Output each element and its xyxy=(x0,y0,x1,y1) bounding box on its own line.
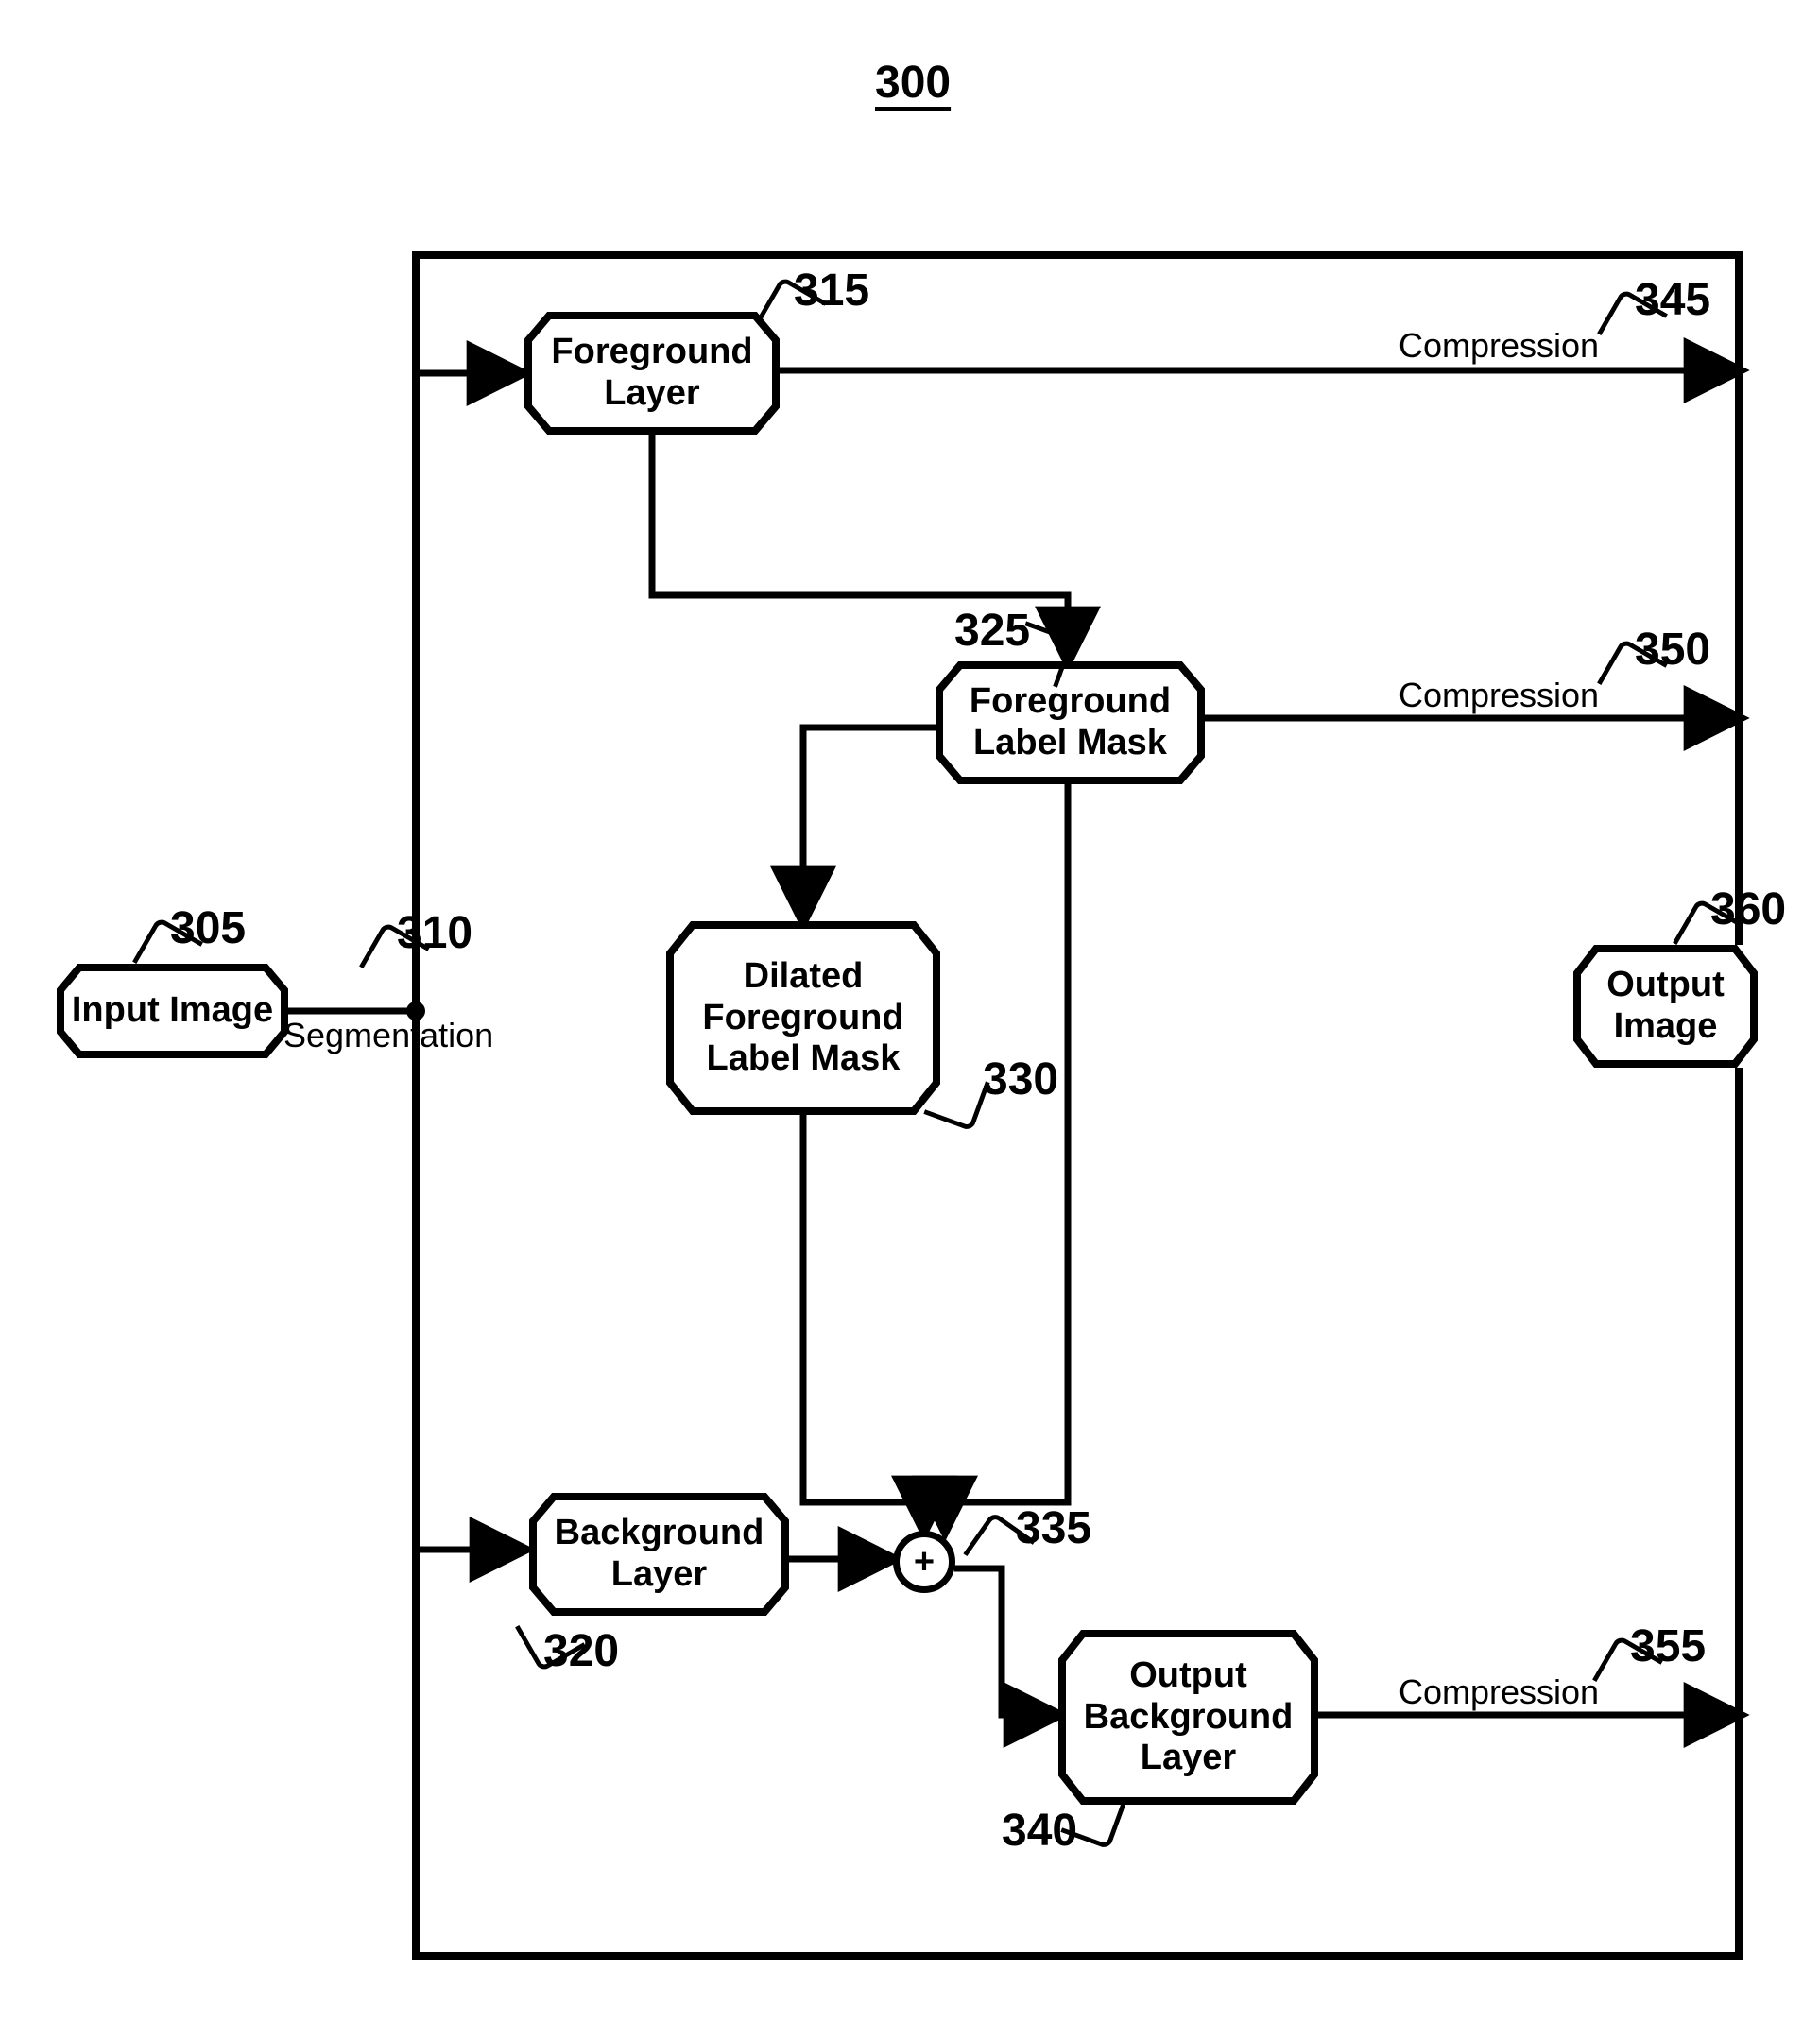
label-foreground-layer: ForegroundLayer xyxy=(541,326,762,420)
node-output-image: OutputImage xyxy=(1573,945,1758,1068)
sum-symbol: + xyxy=(914,1542,935,1583)
node-sum: + xyxy=(893,1531,955,1593)
label-background-layer: BackgroundLayer xyxy=(545,1507,774,1601)
figure-number: 300 xyxy=(875,57,951,109)
node-output-bg-layer: OutputBackgroundLayer xyxy=(1058,1630,1318,1805)
node-dilated-fg-label-mask: DilatedForegroundLabel Mask xyxy=(666,921,940,1115)
edge-label-compression-355: Compression xyxy=(1399,1672,1599,1712)
label-dilated-fg-label-mask: DilatedForegroundLabel Mask xyxy=(693,951,913,1086)
ref-330: 330 xyxy=(983,1054,1058,1105)
node-background-layer: BackgroundLayer xyxy=(529,1493,789,1616)
edge-label-segmentation: Segmentation xyxy=(283,1016,493,1055)
diagram-root: 300 xyxy=(0,0,1820,2022)
label-output-image: OutputImage xyxy=(1597,959,1734,1053)
node-foreground-layer: ForegroundLayer xyxy=(524,312,780,435)
node-foreground-label-mask: ForegroundLabel Mask xyxy=(936,661,1205,784)
edge-label-compression-350: Compression xyxy=(1399,676,1599,715)
label-output-bg-layer: OutputBackgroundLayer xyxy=(1074,1650,1303,1785)
label-input-image: Input Image xyxy=(62,985,283,1037)
label-foreground-label-mask: ForegroundLabel Mask xyxy=(960,676,1180,769)
edge-label-compression-345: Compression xyxy=(1399,326,1599,366)
